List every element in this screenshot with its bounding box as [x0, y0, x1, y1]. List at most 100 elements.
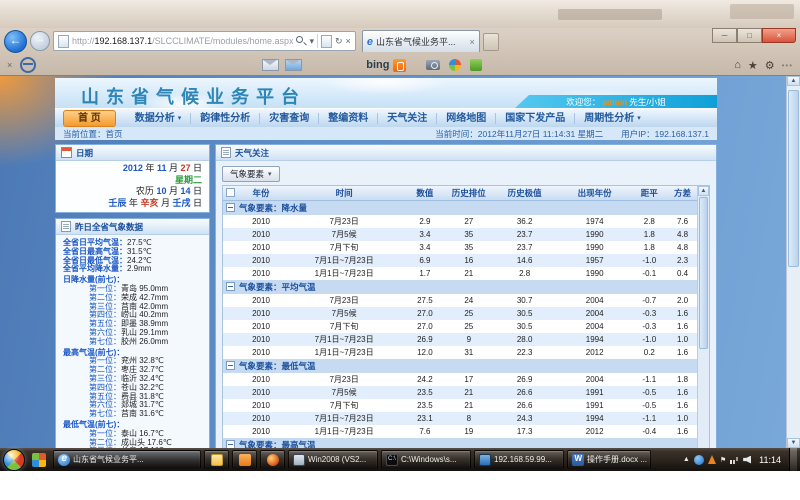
calendar-text: 辛亥 — [140, 198, 158, 208]
collapse-icon[interactable] — [226, 440, 235, 448]
table-scrollbar[interactable]: ▲ ▼ — [697, 186, 709, 448]
mail-icon[interactable] — [262, 59, 279, 71]
collapse-icon[interactable] — [226, 282, 235, 291]
table-row: 20107月1日~7月23日26.9928.01994-1.01.0 — [223, 333, 698, 346]
tools-gear-icon[interactable]: ⚙ — [765, 59, 775, 72]
tray-flame-icon[interactable] — [708, 455, 716, 464]
refresh-icon[interactable]: ↻ — [335, 36, 343, 46]
weather-focus-body: 气象要素 ▾ — [216, 161, 716, 448]
taskbar-button-word[interactable]: 操作手册.docx ... — [567, 450, 651, 469]
taskbar-button-remote[interactable]: 192.168.59.99... — [474, 450, 564, 469]
camera-icon[interactable] — [426, 60, 440, 70]
tray-show-hidden-icon[interactable]: ▲ — [683, 456, 690, 463]
group-label: 气象要素：平均气温 — [239, 282, 316, 292]
scroll-up-icon[interactable]: ▲ — [698, 186, 709, 196]
stop-icon[interactable]: × — [346, 36, 351, 46]
taskbar-button-folder[interactable] — [204, 450, 229, 469]
bing-search-icon[interactable] — [393, 59, 406, 72]
mail-blue-icon[interactable] — [285, 59, 302, 71]
table-cell: 1.7 — [404, 267, 447, 280]
palette-icon[interactable] — [449, 59, 461, 71]
volume-icon[interactable] — [743, 456, 751, 464]
compatibility-icon[interactable] — [321, 35, 332, 48]
table-group-row[interactable]: 气象要素：降水量 — [223, 201, 698, 216]
welcome-ribbon: 欢迎您：admin 先生/小姐 — [515, 95, 717, 108]
minimize-button[interactable]: ─ — [712, 28, 737, 43]
table-row: 20101月1日~7月23日7.61917.32012-0.41.6 — [223, 425, 698, 438]
nav-item[interactable]: 天气关注 — [378, 113, 437, 124]
toolbar-close-icon[interactable]: × — [7, 60, 12, 70]
page-scroll-up-icon[interactable]: ▲ — [787, 76, 800, 86]
table-scrollbar-thumb[interactable] — [699, 197, 708, 349]
nav-item[interactable]: 数据分析▾ — [126, 113, 192, 124]
nav-item[interactable]: 韵律性分析 — [191, 113, 260, 124]
table-group-row[interactable]: 气象要素：最高气温 — [223, 438, 698, 448]
page-scrollbar-thumb[interactable] — [788, 90, 799, 267]
maximize-button[interactable]: □ — [737, 28, 762, 43]
taskbar-button-vm[interactable]: Win2008 (VS2... — [288, 450, 378, 469]
table-cell: -1.1 — [632, 412, 668, 425]
table-cell: 1990 — [558, 241, 632, 254]
more-options-icon[interactable]: ••• — [782, 61, 793, 70]
table-cell: -0.5 — [632, 399, 668, 412]
favorites-star-icon[interactable]: ★ — [748, 59, 758, 72]
column-header: 数值 — [404, 186, 447, 201]
table-group-row[interactable]: 气象要素：最低气温 — [223, 359, 698, 373]
nav-item[interactable]: 国家下发产品 — [496, 113, 575, 124]
tray-flag-icon[interactable]: ⚑ — [720, 456, 726, 464]
tray-app-icon[interactable] — [694, 455, 704, 465]
calendar-text: 日 — [190, 198, 202, 208]
table-cell: 24 — [446, 294, 491, 307]
network-icon[interactable] — [730, 455, 739, 464]
page-scrollbar[interactable]: ▲ ▼ — [786, 76, 800, 448]
calendar-panel-header: 日期 — [56, 145, 209, 161]
table-cell: 2.0 — [667, 294, 698, 307]
table-cell: 26.9 — [404, 333, 447, 346]
group-label: 气象要素：最高气温 — [239, 440, 316, 448]
quick-launch-icon[interactable] — [32, 453, 46, 467]
close-button[interactable]: × — [762, 28, 796, 43]
url-text[interactable]: http://192.168.137.1/SLCCLIMATE/modules/… — [72, 36, 293, 46]
checkbox-icon[interactable] — [226, 188, 235, 197]
collapse-icon[interactable] — [226, 203, 235, 212]
new-tab-button[interactable] — [483, 33, 499, 51]
addon-icon[interactable] — [470, 59, 482, 71]
taskbar-button-media[interactable] — [260, 450, 285, 469]
browser-back-button[interactable]: ← — [4, 30, 27, 53]
show-desktop-button[interactable] — [789, 448, 797, 471]
calendar-text: 2012 — [123, 163, 143, 173]
browser-tab[interactable]: e 山东省气候业务平... × — [362, 30, 480, 52]
address-bar[interactable]: http://192.168.137.1/SLCCLIMATE/modules/… — [53, 31, 356, 51]
nav-item[interactable]: 网络地图 — [437, 113, 496, 124]
table-cell: 2004 — [558, 307, 632, 320]
search-icon[interactable] — [296, 36, 306, 46]
nav-item-label: 周期性分析 — [584, 113, 634, 124]
nav-item[interactable]: 灾害查询 — [260, 113, 319, 124]
header-checkbox-cell — [223, 186, 237, 201]
addon-logo-icon[interactable] — [20, 57, 36, 73]
taskbar-button-ie[interactable]: 山东省气候业务平... — [53, 450, 201, 469]
calendar-body: 2012 年 11 月 27 日星期二农历 10 月 14 日壬辰 年 辛亥 月… — [56, 161, 209, 212]
taskbar-buttons: 山东省气候业务平... Win2008 (VS2...C:\Windows\s..… — [53, 450, 651, 469]
nav-item[interactable]: 整编资料 — [319, 113, 378, 124]
table-cell: 36.2 — [491, 215, 558, 228]
taskbar-button-cmd[interactable]: C:\Windows\s... — [381, 450, 471, 469]
home-icon[interactable]: ⌂ — [734, 59, 741, 71]
table-cell: 1991 — [558, 386, 632, 399]
browser-forward-button[interactable]: → — [30, 31, 50, 51]
start-button[interactable] — [3, 449, 25, 471]
taskbar-clock[interactable]: 11:14 — [759, 455, 781, 465]
table-group-row[interactable]: 气象要素：平均气温 — [223, 280, 698, 294]
tab-close-icon[interactable]: × — [470, 37, 475, 47]
chevron-down-icon[interactable]: ▾ — [309, 36, 314, 46]
table-row: 20107月1日~7月23日6.91614.61957-1.02.3 — [223, 254, 698, 267]
table-cell: 22.3 — [491, 346, 558, 359]
collapse-icon[interactable] — [226, 361, 235, 370]
bing-logo[interactable]: bing — [366, 59, 389, 71]
elements-filter-button[interactable]: 气象要素 ▾ — [222, 166, 280, 182]
taskbar-button-app[interactable] — [232, 450, 257, 469]
nav-item[interactable]: 周期性分析▾ — [575, 113, 650, 124]
nav-item-label: 灾害查询 — [269, 113, 309, 124]
nav-item[interactable]: 首 页 — [63, 110, 116, 127]
page-scroll-down-icon[interactable]: ▼ — [787, 438, 800, 448]
